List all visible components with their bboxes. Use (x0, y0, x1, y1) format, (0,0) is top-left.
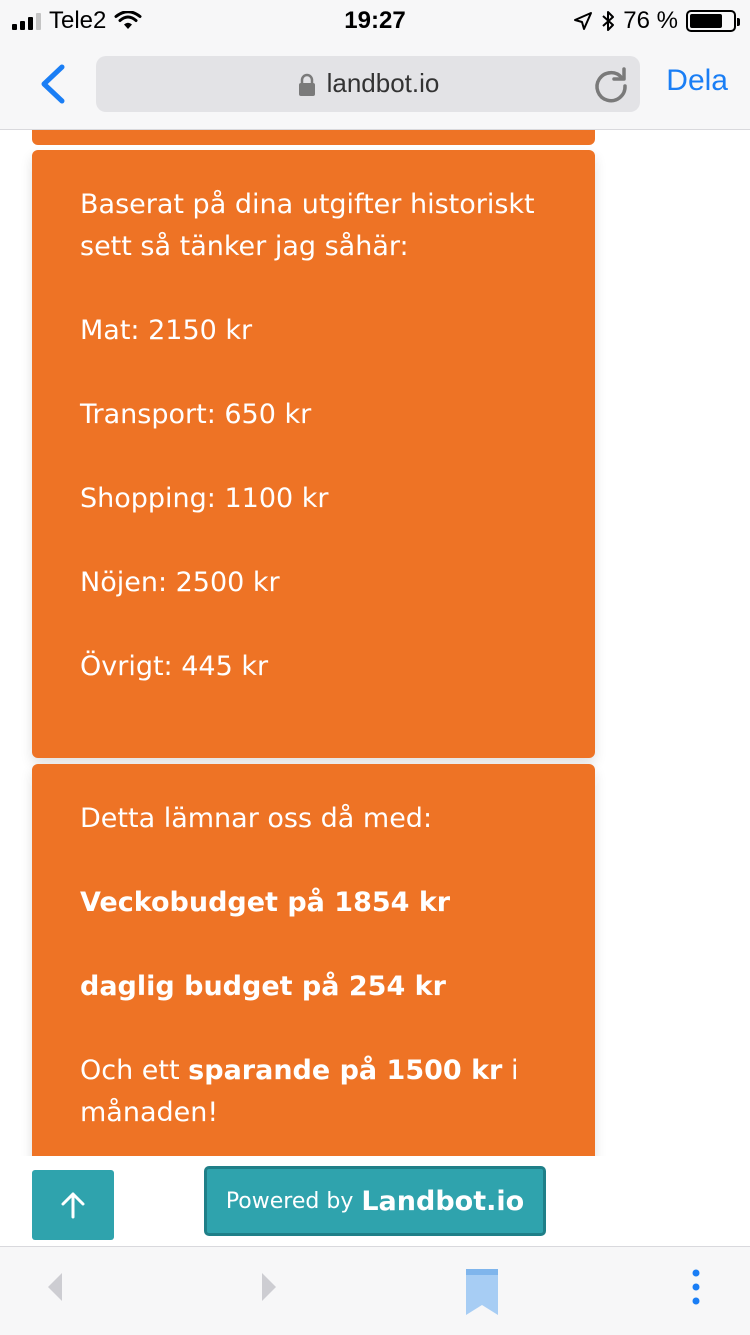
share-button[interactable]: Dela (666, 64, 728, 98)
back-arrow-icon[interactable] (44, 1267, 66, 1307)
expense-item: Nöjen: 2500 kr (80, 567, 280, 598)
powered-by-label: Powered by (225, 1188, 354, 1214)
back-chevron-icon[interactable] (36, 64, 70, 104)
bookmarks-icon[interactable] (464, 1267, 500, 1317)
daily-budget: daglig budget på 254 kr (80, 971, 446, 1002)
reload-icon[interactable] (592, 66, 630, 104)
powered-by-badge[interactable]: Powered by Landbot.io (204, 1166, 546, 1236)
previous-bot-message (32, 130, 595, 145)
bot-message-expenses: Baserat på dina utgifter historiskt sett… (32, 150, 595, 758)
browser-header: landbot.io Dela (0, 40, 750, 130)
savings-text: Och ett sparande på 1500 kr i månaden! (80, 1050, 547, 1134)
battery-percentage: 76 % (623, 7, 678, 34)
powered-by-brand: Landbot.io (361, 1185, 525, 1217)
message-intro: Detta lämnar oss då med: (80, 803, 433, 834)
lock-icon (298, 73, 315, 97)
battery-icon (686, 10, 740, 32)
battery-level (690, 14, 722, 28)
status-bar: Tele2 19:27 76 % (0, 0, 750, 40)
browser-toolbar (0, 1246, 750, 1335)
expense-item: Shopping: 1100 kr (80, 483, 329, 514)
savings-amount: sparande på 1500 kr (188, 1055, 503, 1086)
url-text: landbot.io (326, 68, 440, 98)
forward-arrow-icon[interactable] (258, 1267, 280, 1307)
bot-message-budget: Detta lämnar oss då med: Veckobudget på … (32, 764, 595, 1156)
address-bar[interactable]: landbot.io (96, 56, 640, 112)
weekly-budget: Veckobudget på 1854 kr (80, 887, 451, 918)
expense-item: Mat: 2150 kr (80, 315, 253, 346)
savings-prefix: Och ett (80, 1055, 189, 1086)
more-icon[interactable] (686, 1267, 706, 1307)
location-icon (574, 12, 593, 30)
arrow-up-icon (61, 1192, 85, 1219)
bluetooth-icon (602, 11, 615, 31)
expense-item: Övrigt: 445 kr (80, 651, 269, 682)
chat-area[interactable]: Baserat på dina utgifter historiskt sett… (0, 130, 750, 1156)
scroll-to-top-button[interactable] (32, 1170, 114, 1240)
widget-footer: Powered by Landbot.io (0, 1156, 750, 1246)
status-right: 76 % (573, 7, 740, 35)
expense-item: Transport: 650 kr (80, 399, 312, 430)
url-display[interactable]: landbot.io (96, 68, 640, 99)
message-intro: Baserat på dina utgifter historiskt sett… (80, 189, 535, 262)
